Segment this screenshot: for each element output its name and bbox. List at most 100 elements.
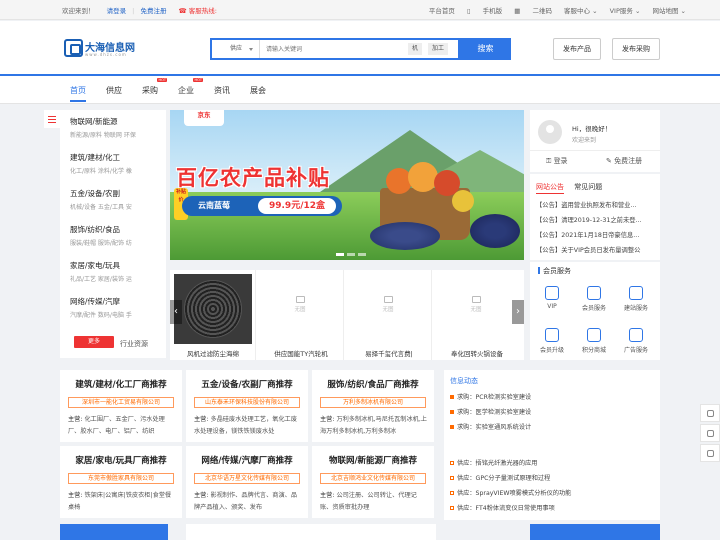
product-strip: 风机过滤防尘海绵 无图 供应国能TY汽轮机 无图 易择千玺代言费| 无图 奉化回… bbox=[170, 270, 524, 360]
vendor-recommendation[interactable]: 建筑/建材/化工厂商推荐 深圳市一能化工贸易有限公司 主营: 化工围厂、五金厂、污… bbox=[60, 370, 182, 442]
register-link[interactable]: 免费注册 bbox=[140, 7, 166, 15]
product-name: 易择千玺代言费| bbox=[365, 350, 413, 358]
promo-banner[interactable]: 京东 百亿农产品补贴 补贴价 云南蓝莓 99.9元/12盒 bbox=[170, 110, 524, 260]
announcement-panel: 网站公告 常见问题 【公告】盗用营业执照发布和营业... 【公告】清理2019-… bbox=[530, 174, 660, 260]
vip-service[interactable]: VIP bbox=[532, 286, 572, 310]
vendor-recommendation[interactable]: 网络/传媒/汽摩厂商推荐 北京华语万星文化传媒有限公司 主营: 影视制作、品牌代言… bbox=[186, 446, 308, 518]
nav-purchase[interactable]: 采购 HOT bbox=[142, 78, 167, 96]
member-service[interactable]: 会员服务 bbox=[574, 286, 614, 312]
back-to-top-icon[interactable] bbox=[700, 444, 720, 462]
publish-purchase-button[interactable]: 发布采购 bbox=[612, 38, 660, 60]
info-item[interactable]: 供应：GPC分子量测试原理和过程 bbox=[450, 473, 550, 482]
product-card[interactable]: 无图 供应国能TY汽轮机 bbox=[258, 270, 344, 360]
member-upgrade[interactable]: 会员升级 bbox=[532, 328, 572, 354]
hot-badge: HOT bbox=[157, 78, 167, 82]
vendor-recommendation[interactable]: 五金/设备/农副厂商推荐 山东泰禾环保科技股份有限公司 主营: 多晶硅废水处理工艺… bbox=[186, 370, 308, 442]
user-register-button[interactable]: ✎ 免费注册 bbox=[606, 156, 642, 166]
qrcode-link[interactable]: ▦ 二维码 bbox=[514, 7, 552, 15]
search-category-select[interactable]: 供应 bbox=[212, 40, 260, 58]
product-image bbox=[174, 274, 252, 344]
site-map-link[interactable]: 网站地图 ⌄ bbox=[652, 7, 686, 15]
category-group[interactable]: 物联网/新能源 新能源/原料 物联网 环保 bbox=[70, 116, 164, 139]
tab-faq[interactable]: 常见问题 bbox=[574, 183, 602, 191]
hotline-text: ☎ 客服热线: bbox=[178, 7, 217, 15]
banner-pagination[interactable] bbox=[336, 250, 369, 258]
welcome-subtext: 欢迎来到 bbox=[572, 137, 597, 144]
industry-resources-link[interactable]: 行业资源 bbox=[120, 339, 148, 349]
member-services: 会员服务 VIP 会员服务 建站服务 会员升级 积分商城 广告服务 bbox=[530, 262, 660, 360]
info-item[interactable]: 求购：医学检测实验室建设 bbox=[450, 407, 531, 416]
announcement-item[interactable]: 【公告】清理2019-12-31之前未登... bbox=[536, 215, 656, 224]
search-input[interactable] bbox=[266, 43, 406, 55]
nav-company[interactable]: 企业 HOT bbox=[178, 78, 203, 96]
hot-badge: HOT bbox=[193, 78, 203, 82]
nav-expo[interactable]: 展会 bbox=[250, 85, 266, 96]
chat-icon[interactable] bbox=[700, 424, 720, 442]
prev-arrow-icon[interactable]: ‹ bbox=[170, 300, 182, 324]
site-building-service[interactable]: 建站服务 bbox=[616, 286, 656, 312]
ad-icon bbox=[629, 328, 643, 342]
category-group[interactable]: 建筑/建材/化工 化工/原料 涂料/化学 橡 bbox=[70, 152, 164, 175]
user-card: Hi，很晚好！ 欢迎来到 ⚿ 登录 ✎ 免费注册 bbox=[530, 110, 660, 172]
category-group[interactable]: 家居/家电/玩具 礼品/工艺 家居/装饰 运 bbox=[70, 260, 164, 283]
no-image-placeholder: 无图 bbox=[280, 290, 320, 324]
vip-service-link[interactable]: VIP服务 ⌄ bbox=[610, 7, 641, 15]
diamond-icon bbox=[545, 286, 559, 300]
image-icon bbox=[383, 296, 393, 303]
search-tag[interactable]: 加工 bbox=[428, 43, 449, 55]
header: 大海信息网 www.dhzs.com 供应 机 加工 搜索 发布产品 发布采购 bbox=[0, 21, 720, 74]
home-link[interactable]: 平台首页 bbox=[429, 7, 455, 15]
greeting-text: Hi，很晚好！ bbox=[572, 125, 612, 133]
user-upgrade-icon bbox=[545, 328, 559, 342]
tab-site-announcement[interactable]: 网站公告 bbox=[536, 183, 564, 194]
banner-headline: 百亿农产品补贴 bbox=[176, 166, 330, 190]
announcement-item[interactable]: 【公告】盗用营业执照发布和营业... bbox=[536, 200, 656, 209]
headset-icon[interactable] bbox=[700, 404, 720, 422]
vendor-recommendation[interactable]: 家居/家电/玩具厂商推荐 东莞市傲胜家具有限公司 主营: 铁架床|公寓床|铁皮衣柜… bbox=[60, 446, 182, 518]
category-group[interactable]: 网络/传媒/汽摩 汽摩/配件 数码/电脑 手 bbox=[70, 296, 164, 319]
main-nav: 首页 供应 采购 HOT 企业 HOT 资讯 展会 bbox=[0, 74, 720, 104]
mobile-link[interactable]: ▯ 手机版 bbox=[467, 7, 502, 15]
product-card[interactable]: 无图 易择千玺代言费| bbox=[346, 270, 432, 360]
search-button[interactable]: 搜索 bbox=[460, 38, 511, 60]
info-item[interactable]: 求购：PCR检测实验室建设 bbox=[450, 392, 531, 401]
service-center-link[interactable]: 客服中心 ⌄ bbox=[564, 7, 598, 15]
nav-home[interactable]: 首页 bbox=[70, 85, 86, 102]
no-image-placeholder: 无图 bbox=[456, 290, 496, 324]
bottom-banner bbox=[60, 524, 168, 540]
no-image-placeholder: 无图 bbox=[368, 290, 408, 324]
category-sidebar: 物联网/新能源 新能源/原料 物联网 环保 建筑/建材/化工 化工/原料 涂料/化学… bbox=[44, 110, 166, 358]
vendor-recommendation[interactable]: 服饰/纺织/食品厂商推荐 万利多制冰机有限公司 主营: 万利多制冰机,马尼托瓦制冰… bbox=[312, 370, 434, 442]
announcement-item[interactable]: 【公告】2021年1月18日帝豪信息... bbox=[536, 230, 656, 239]
member-services-title: 会员服务 bbox=[538, 266, 571, 276]
search-tag[interactable]: 机 bbox=[408, 43, 423, 55]
image-icon bbox=[295, 296, 305, 303]
announcement-item[interactable]: 【公告】关于VIP会员日发布量调整公 bbox=[536, 245, 656, 254]
edit-icon: ✎ bbox=[606, 157, 612, 165]
vendor-recommendation[interactable]: 物联网/新能源厂商推荐 北京吉顺鸿业文化传媒有限公司 主营: 公司注册、公司转让、… bbox=[312, 446, 434, 518]
product-card[interactable]: 无图 奉化回转火锅设备 bbox=[434, 270, 520, 360]
category-group[interactable]: 五金/设备/农副 机械/设备 五金/工具 安 bbox=[70, 188, 164, 211]
user-login-button[interactable]: ⚿ 登录 bbox=[546, 156, 568, 166]
ad-service[interactable]: 广告服务 bbox=[616, 328, 656, 354]
nav-supply[interactable]: 供应 bbox=[106, 85, 122, 96]
bottom-vip-panel bbox=[530, 524, 660, 540]
bottom-panel bbox=[186, 524, 436, 540]
more-categories-button[interactable]: 更多 bbox=[74, 336, 114, 348]
info-item[interactable]: 求购：实验室通风系统设计 bbox=[450, 422, 531, 431]
menu-icon[interactable] bbox=[44, 110, 60, 128]
login-link[interactable]: 请登录 bbox=[107, 7, 127, 15]
nav-news[interactable]: 资讯 bbox=[214, 85, 230, 96]
publish-product-button[interactable]: 发布产品 bbox=[553, 38, 601, 60]
banner-offer: 云南蓝莓 99.9元/12盒 bbox=[182, 196, 342, 216]
welcome-text: 欢迎来到！ bbox=[62, 7, 95, 15]
product-card[interactable]: 风机过滤防尘海绵 bbox=[170, 270, 256, 360]
category-group[interactable]: 服饰/纺织/食品 服装/鞋帽 服饰/配饰 纺 bbox=[70, 224, 164, 247]
site-logo[interactable]: 大海信息网 www.dhzs.com bbox=[64, 38, 144, 60]
info-item[interactable]: 供应：捂铭光纤激光器的应用 bbox=[450, 458, 537, 467]
search-box: 供应 机 加工 bbox=[210, 38, 460, 60]
points-mall[interactable]: 积分商城 bbox=[574, 328, 614, 354]
info-item[interactable]: 供应：FT4粉体流变仪日常使用事项 bbox=[450, 503, 555, 512]
info-item[interactable]: 供应：SprayVIEW喷雾模式分析仪的功能 bbox=[450, 488, 571, 497]
next-arrow-icon[interactable]: › bbox=[512, 300, 524, 324]
